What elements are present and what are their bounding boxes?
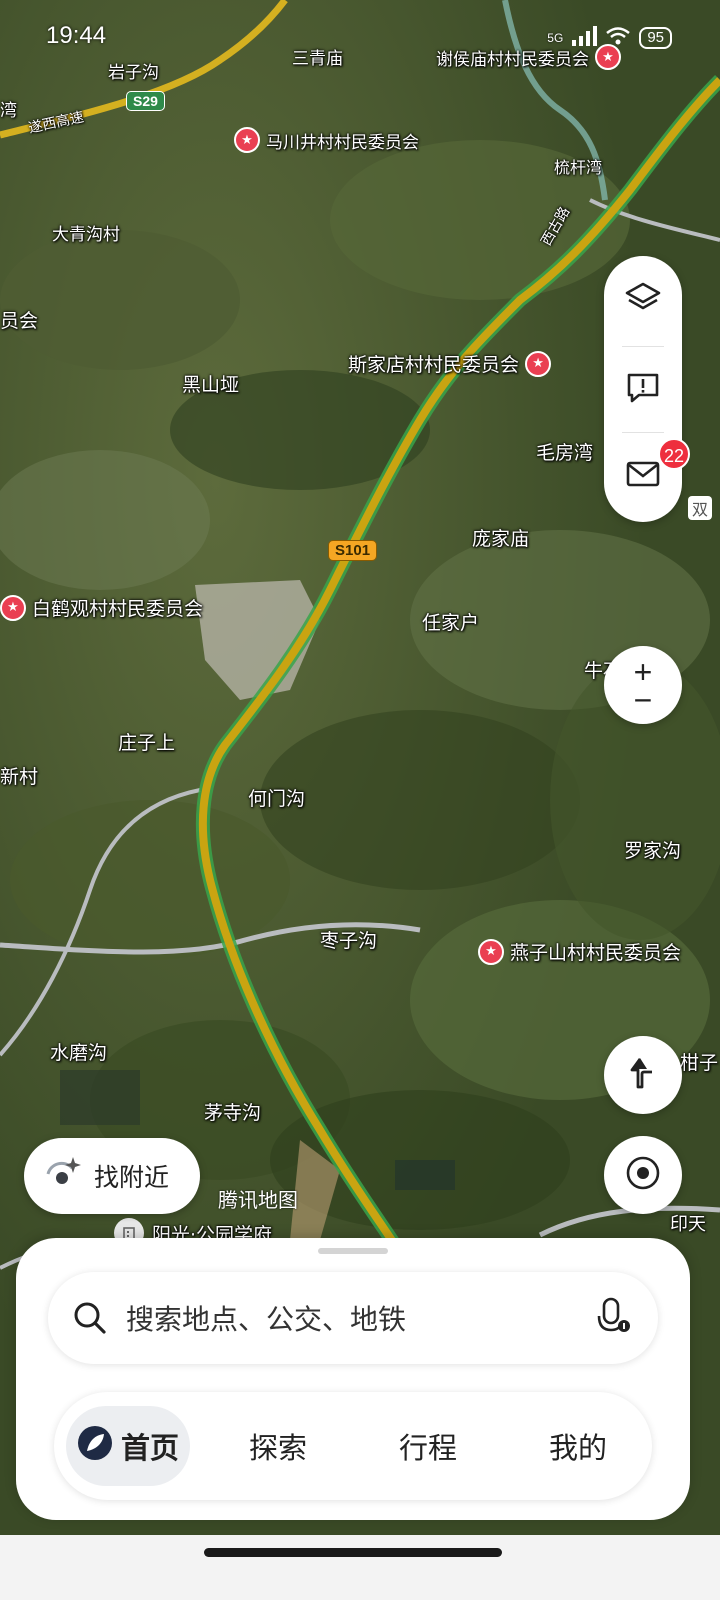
poi-marker[interactable]: ★ 马川井村村民委员会 <box>234 127 419 153</box>
poi-marker[interactable]: ★ 斯家店村村民委员会 <box>348 350 552 377</box>
map-label: 庄子上 <box>118 732 176 754</box>
network-type: 5G <box>547 31 564 45</box>
poi-marker[interactable]: ★ 白鹤观村村民委员会 <box>0 594 203 621</box>
status-time: 19:44 <box>46 22 107 49</box>
map-label: 大青沟村 <box>52 225 120 245</box>
home-logo-icon <box>77 1425 113 1468</box>
nearby-label: 找附近 <box>94 1163 170 1192</box>
locate-icon <box>624 1154 662 1196</box>
map-label: 印天 <box>670 1214 706 1235</box>
feedback-button[interactable] <box>604 346 682 434</box>
bottom-tab-bar: 首页 探索 行程 我的 <box>54 1392 652 1500</box>
map-tools-panel <box>604 256 682 522</box>
tab-me[interactable]: 我的 <box>514 1406 642 1486</box>
map-provider-watermark: 腾讯地图 <box>218 1188 298 1212</box>
bottom-background <box>0 1535 720 1600</box>
wifi-icon <box>605 26 631 50</box>
map-label: 任家户 <box>422 612 480 634</box>
map-label: 毛房湾 <box>536 442 594 464</box>
battery-indicator: 95 <box>639 27 672 49</box>
map-label: 岩子沟 <box>108 63 159 83</box>
map-label: 湾 <box>0 101 17 121</box>
search-bar[interactable]: 搜索地点、公交、地铁 <box>48 1272 658 1364</box>
tab-label: 我的 <box>548 1431 607 1465</box>
compass-button[interactable] <box>604 1036 682 1114</box>
tab-label: 首页 <box>120 1431 179 1465</box>
mail-icon <box>625 459 661 493</box>
sheet-drag-handle[interactable] <box>318 1248 388 1254</box>
star-icon: ★ <box>0 594 26 621</box>
direction-arrow-icon <box>628 1056 658 1094</box>
status-bar: 19:44 5G 95 <box>0 22 720 56</box>
map-label: 梳杆湾 <box>554 158 603 177</box>
map-label: 员会 <box>0 310 39 332</box>
layers-icon <box>624 281 662 319</box>
map-label: 茅寺沟 <box>204 1102 262 1124</box>
bottom-sheet[interactable]: 搜索地点、公交、地铁 首页 探索 行程 我的 <box>16 1238 690 1520</box>
zoom-control[interactable]: + − <box>604 646 682 724</box>
map-label: 黑山垭 <box>182 374 240 396</box>
zoom-out-button[interactable]: − <box>634 684 653 716</box>
poi-label: 燕子山村村民委员会 <box>510 942 682 964</box>
locate-button[interactable] <box>604 1136 682 1214</box>
poi-label: 马川井村村民委员会 <box>266 132 419 153</box>
tab-explore[interactable]: 探索 <box>214 1406 342 1486</box>
star-icon: ★ <box>234 127 260 153</box>
star-icon: ★ <box>478 938 504 965</box>
map-label: 新村 <box>0 766 39 788</box>
voice-input-icon[interactable] <box>596 1296 632 1342</box>
signal-icon <box>571 26 598 50</box>
map-label: 罗家沟 <box>624 840 682 862</box>
road-shield: S101 <box>328 540 378 561</box>
search-placeholder: 搜索地点、公交、地铁 <box>126 1303 407 1336</box>
poi-label: 白鹤观村村民委员会 <box>32 598 204 620</box>
feedback-icon <box>625 371 661 409</box>
tab-label: 行程 <box>398 1431 457 1465</box>
tab-home[interactable]: 首页 <box>66 1406 190 1486</box>
nearby-sparkle-icon <box>42 1154 82 1198</box>
star-icon: ★ <box>525 350 552 377</box>
map-label: 柑子 <box>680 1052 719 1074</box>
map-label: 双 <box>688 496 713 520</box>
nearby-button[interactable]: 找附近 <box>24 1138 200 1214</box>
layers-button[interactable] <box>604 256 682 344</box>
home-indicator[interactable] <box>204 1548 502 1557</box>
poi-marker[interactable]: ★ 燕子山村村民委员会 <box>478 938 681 965</box>
map-label: 庞家庙 <box>472 528 530 550</box>
road-shield: S29 <box>126 91 165 111</box>
search-icon <box>72 1300 108 1340</box>
tab-label: 探索 <box>248 1431 307 1465</box>
map-label: 何门沟 <box>248 788 306 810</box>
poi-label: 斯家店村村民委员会 <box>348 354 520 376</box>
tab-trips[interactable]: 行程 <box>364 1406 492 1486</box>
map-label: 枣子沟 <box>320 930 378 952</box>
map-label: 水磨沟 <box>50 1042 108 1064</box>
message-count-badge: 22 <box>658 438 690 470</box>
